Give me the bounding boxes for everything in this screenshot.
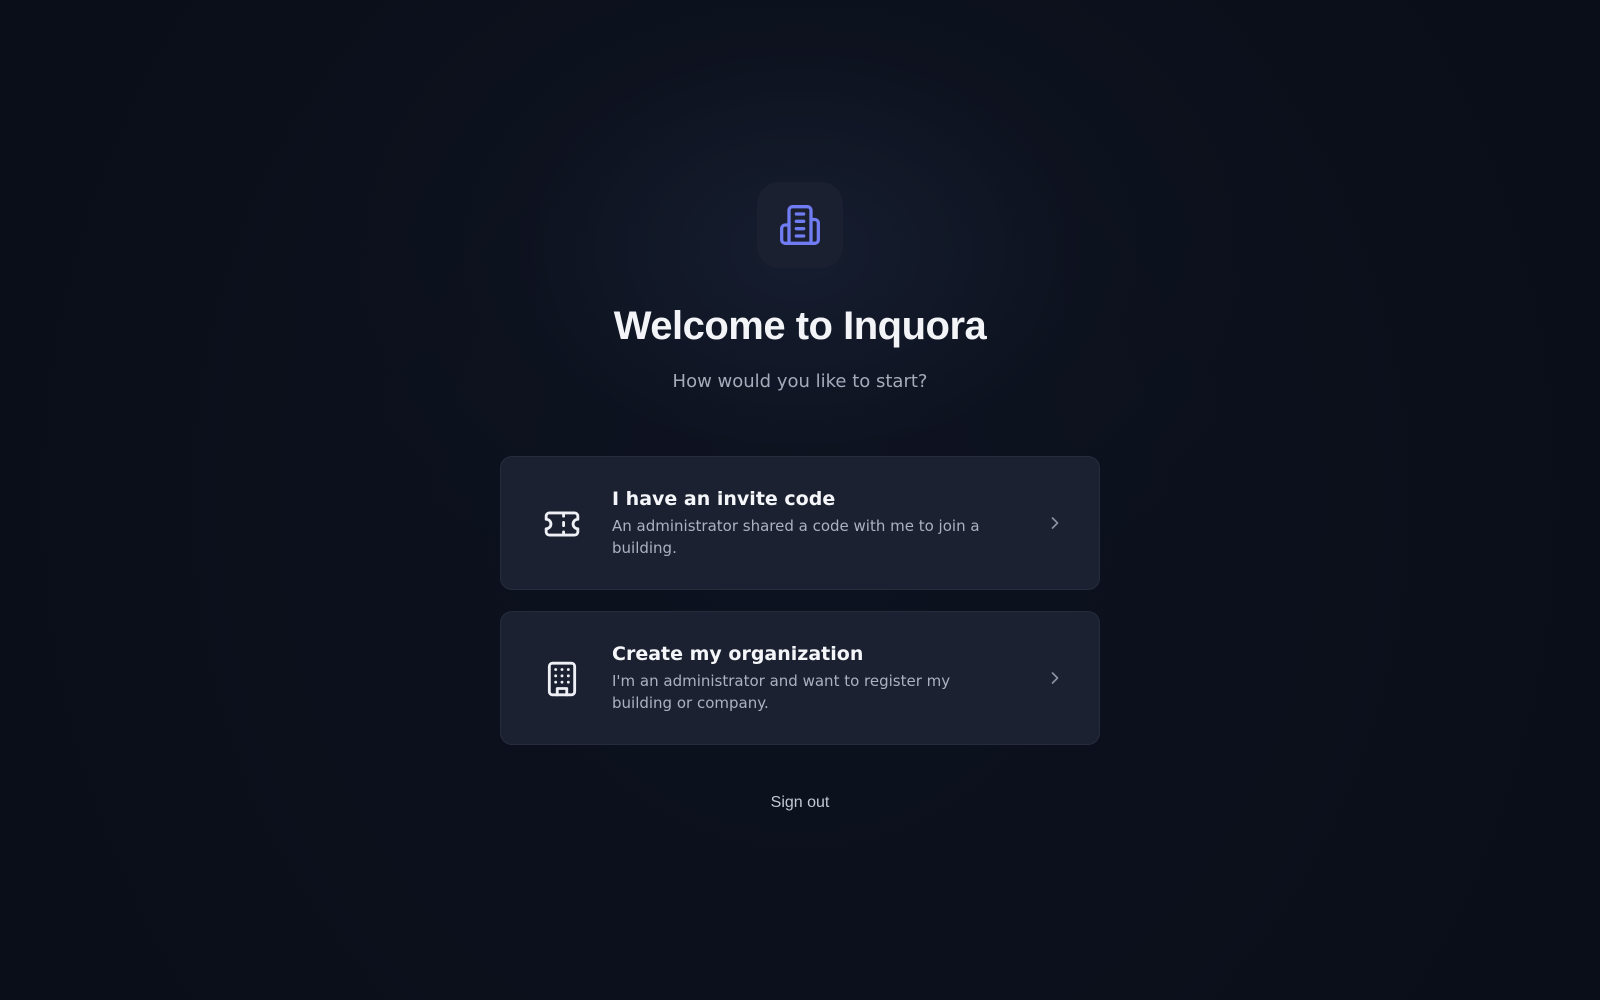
chevron-right-icon (1051, 672, 1059, 684)
option-title: Create my organization (612, 643, 864, 665)
option-description: I'm an administrator and want to registe… (612, 672, 951, 712)
app-logo (757, 182, 843, 268)
page-subtitle: How would you like to start? (672, 371, 928, 392)
invite-code-option[interactable]: I have an invite code An administrator s… (500, 456, 1100, 590)
chevron-right-icon (1051, 517, 1059, 529)
option-description: An administrator shared a code with me t… (612, 517, 980, 557)
page-title: Welcome to Inquora (613, 304, 987, 348)
ticket-icon (541, 503, 583, 545)
option-title: I have an invite code (612, 488, 836, 510)
office-building-icon (541, 658, 583, 700)
onboarding-screen: Welcome to Inquora How would you like to… (0, 0, 1600, 1000)
create-organization-option[interactable]: Create my organization I'm an administra… (500, 611, 1100, 745)
building-icon (780, 205, 820, 245)
sign-out-link[interactable]: Sign out (720, 790, 880, 816)
